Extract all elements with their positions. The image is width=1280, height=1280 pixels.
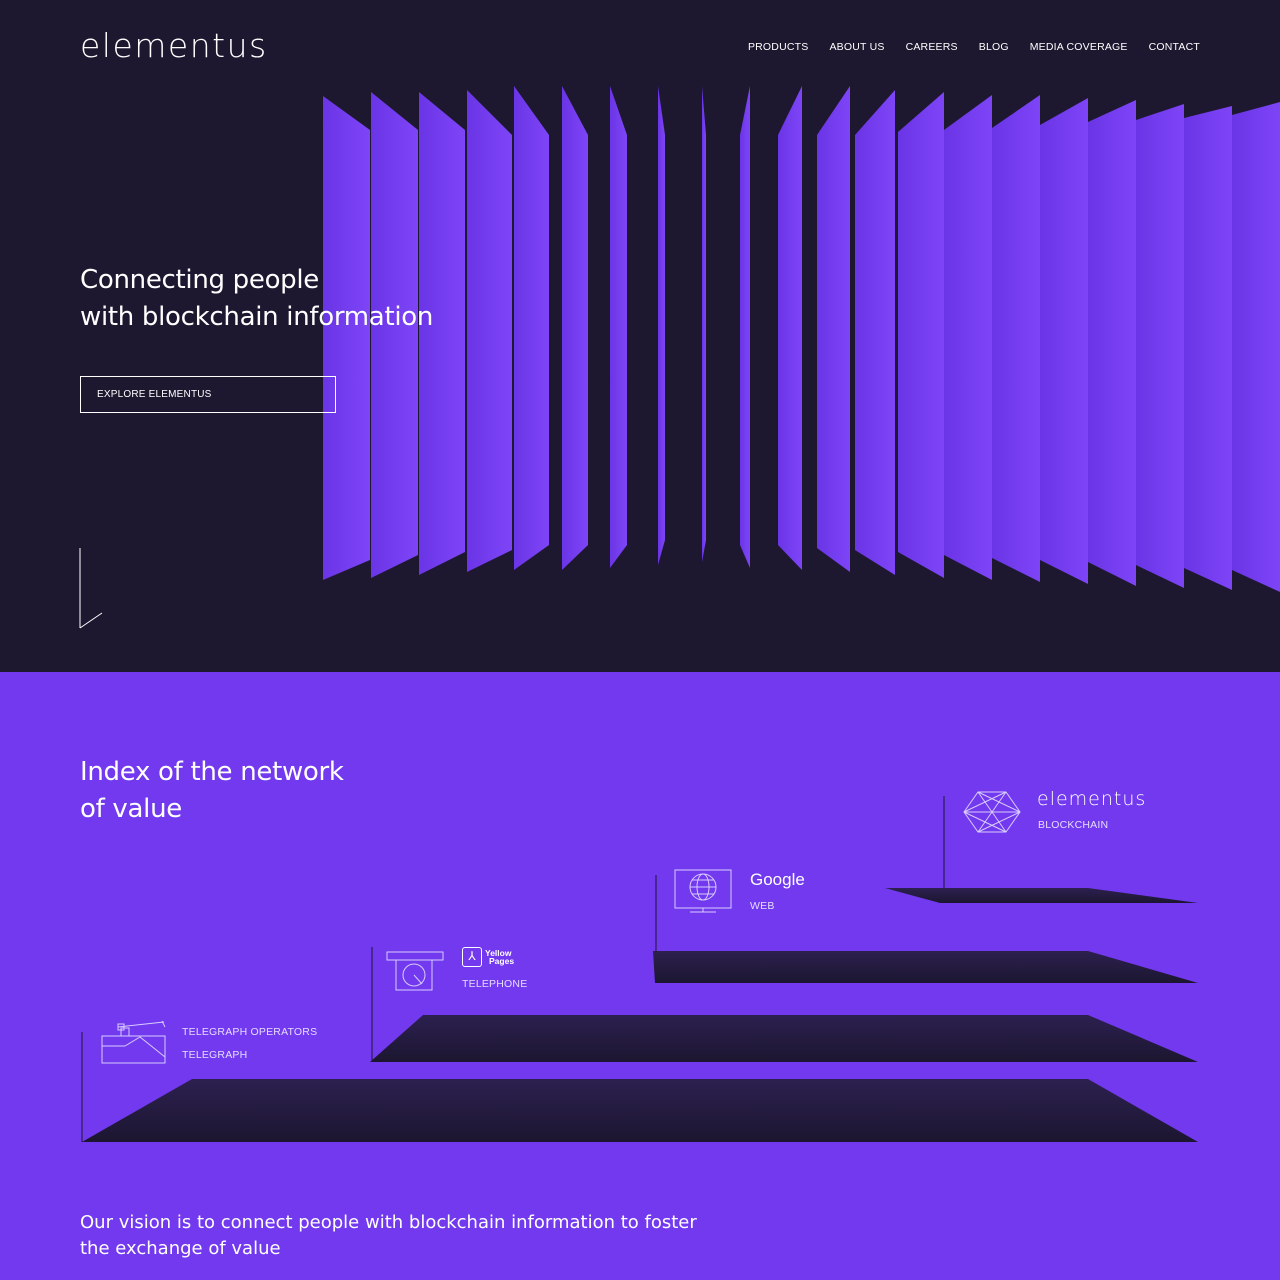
hero-panel (992, 95, 1040, 582)
hero-panel (514, 86, 549, 570)
nav-contact[interactable]: CONTACT (1149, 41, 1200, 53)
nav-media-coverage[interactable]: MEDIA COVERAGE (1030, 41, 1128, 53)
hero-panel (1088, 100, 1136, 586)
web-category-label: WEB (750, 900, 775, 912)
hero-panel (1040, 98, 1088, 584)
telegraph-category-label: TELEGRAPH (182, 1049, 248, 1061)
yellow-pages-word-2: Pages (489, 956, 515, 966)
hero-panel (740, 86, 750, 568)
hero-panel (898, 92, 944, 578)
hero-title-line-2: with blockchain information (80, 302, 434, 332)
telegraph-key-icon (101, 1020, 166, 1064)
stair-step-blockchain (885, 888, 1198, 903)
yellow-pages-logo: ⅄ Yellow Pages (462, 947, 514, 967)
hero-title-line-1: Connecting people (80, 265, 320, 295)
stairs-graphic (81, 791, 1198, 1142)
hero-title: Connecting people with blockchain inform… (80, 262, 480, 336)
yellow-pages-wordmark: Yellow Pages (485, 949, 515, 966)
explore-elementus-button[interactable]: EXPLORE ELEMENTUS (80, 376, 336, 413)
elementus-logo[interactable]: elementus (80, 26, 268, 65)
network-globe-icon (963, 791, 1021, 833)
elementus-brand-label: elementus (1037, 788, 1147, 810)
hero-panels-graphic (323, 86, 1280, 592)
blockchain-category-label: BLOCKCHAIN (1038, 819, 1109, 831)
stair-step-web (653, 951, 1198, 983)
nav-careers[interactable]: CAREERS (906, 41, 958, 53)
hero-panel (562, 86, 588, 570)
hero-panel (658, 86, 665, 565)
telegraph-brand-label: TELEGRAPH OPERATORS (182, 1026, 318, 1038)
hero-panel (1136, 104, 1184, 588)
telephone-category-label: TELEPHONE (462, 978, 528, 990)
stair-step-telegraph (82, 1079, 1198, 1142)
nav-about-us[interactable]: ABOUT US (829, 41, 884, 53)
hero-panel (817, 86, 850, 572)
hero-panel (702, 86, 706, 562)
telephone-icon (386, 951, 444, 991)
hero-panel (944, 95, 992, 580)
main-nav: PRODUCTS ABOUT US CAREERS BLOG MEDIA COV… (748, 41, 1200, 53)
hero-panel (778, 86, 802, 570)
computer-monitor-icon (674, 869, 732, 913)
nav-products[interactable]: PRODUCTS (748, 41, 809, 53)
index-section: Index of the network of value TELEGRAPH … (0, 672, 1280, 1280)
hero-panel (1184, 106, 1232, 590)
hero-panel (323, 96, 370, 580)
google-brand-label: Google (750, 870, 805, 889)
yellow-pages-icon: ⅄ (462, 947, 482, 967)
hero-panel (855, 90, 895, 575)
nav-blog[interactable]: BLOG (979, 41, 1009, 53)
vision-statement: Our vision is to connect people with blo… (80, 1212, 697, 1259)
hero-panel (1232, 102, 1280, 592)
stair-step-telephone (370, 1015, 1198, 1062)
hero-panel (610, 86, 627, 568)
hero-section: elementus PRODUCTS ABOUT US CAREERS BLOG… (0, 0, 1280, 672)
scroll-down-icon[interactable] (78, 546, 108, 630)
